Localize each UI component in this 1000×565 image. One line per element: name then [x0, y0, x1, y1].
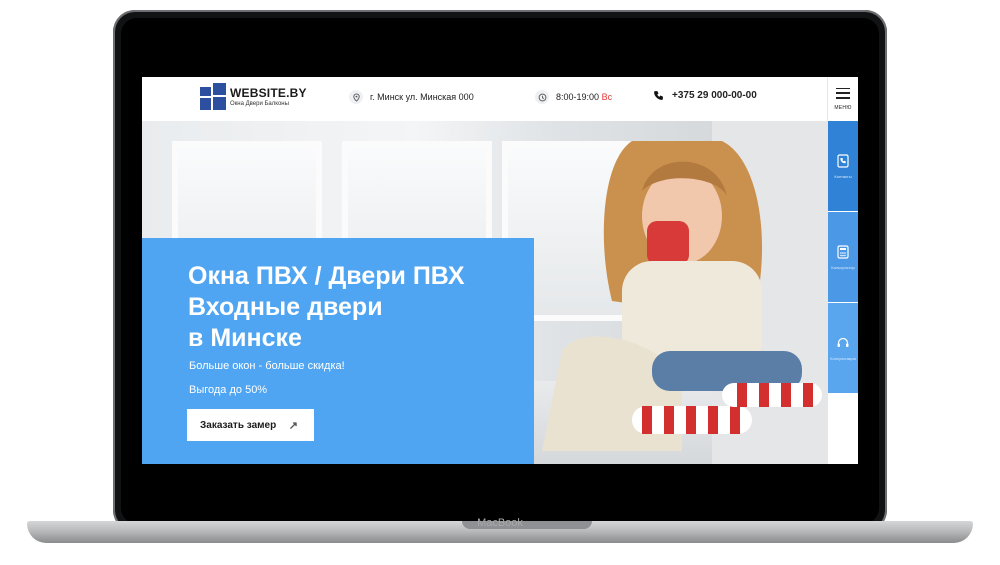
arrow-up-right-icon: ↗ [288, 420, 298, 432]
side-item-calculator[interactable]: Калькулятор [828, 212, 858, 302]
laptop-brand-label: MacBook [477, 517, 523, 529]
order-measurement-button[interactable]: Заказать замер ↗ [187, 409, 314, 441]
hero-subtitle-savings: Выгода до 50% [189, 384, 268, 396]
menu-button[interactable]: МЕНЮ [827, 77, 858, 121]
header-hours: 8:00-19:00 Вс [535, 90, 612, 104]
side-item-label: Калькулятор [831, 264, 855, 270]
hero-title-line-3: в Минске [188, 324, 302, 352]
side-quick-panel: Контакты Калькулятор Консультация [828, 121, 858, 464]
logo-subtitle: Окна Двери Балконы [230, 100, 289, 107]
hero-title-line-1: Окна ПВХ / Двери ПВХ [188, 262, 465, 290]
headset-icon [836, 336, 850, 350]
address-text: г. Минск ул. Минская 000 [370, 92, 474, 102]
clock-icon [535, 90, 549, 104]
phone-number: +375 29 000-00-00 [672, 90, 757, 101]
side-item-label: Контакты [834, 173, 852, 179]
hero-title-line-2: Входные двери [188, 293, 383, 321]
browser-viewport: WEBSITE.BY Окна Двери Балконы г. Минск у… [142, 47, 858, 494]
header-phone[interactable]: +375 29 000-00-00 [653, 90, 757, 101]
hero-subtitle-discount: Больше окон - больше скидка! [189, 360, 345, 372]
side-item-contacts[interactable]: Контакты [828, 121, 858, 211]
phone-book-icon [836, 153, 850, 168]
logo-title: WEBSITE.BY [230, 85, 307, 100]
hero-girl-image [542, 121, 828, 464]
side-item-consultation[interactable]: Консультация [828, 303, 858, 393]
hours-suffix: Вс [601, 92, 613, 102]
hours-text: 8:00-19:00 [556, 92, 600, 102]
site-header: WEBSITE.BY Окна Двери Балконы г. Минск у… [142, 77, 858, 121]
site-logo[interactable]: WEBSITE.BY Окна Двери Балконы [200, 83, 307, 111]
logo-icon [200, 83, 226, 111]
location-pin-icon [349, 90, 363, 104]
phone-icon [653, 90, 664, 101]
header-address[interactable]: г. Минск ул. Минская 000 [349, 90, 474, 104]
hero-offer-panel: Окна ПВХ / Двери ПВХ Входные двери в Мин… [142, 238, 534, 464]
hero-section: Окна ПВХ / Двери ПВХ Входные двери в Мин… [142, 121, 828, 464]
menu-label: МЕНЮ [834, 104, 852, 111]
calculator-icon [836, 244, 850, 259]
hamburger-icon [836, 87, 850, 99]
hero-title: Окна ПВХ / Двери ПВХ Входные двери в Мин… [188, 261, 465, 354]
side-item-label: Консультация [830, 355, 856, 361]
cta-label: Заказать замер [200, 419, 277, 431]
